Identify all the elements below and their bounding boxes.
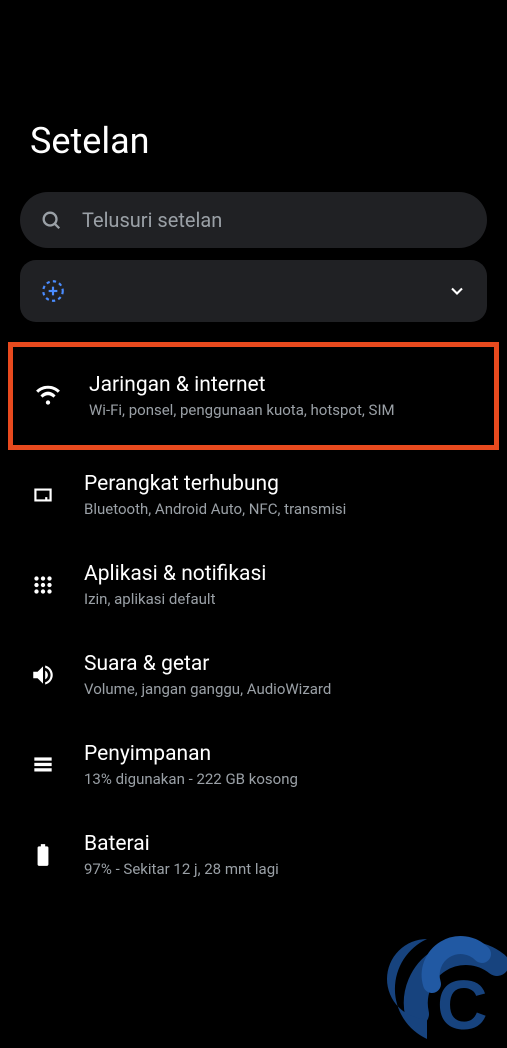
- item-content: Aplikasi & notifikasi Izin, aplikasi def…: [84, 562, 477, 608]
- item-title: Jaringan & internet: [89, 373, 472, 397]
- item-title: Perangkat terhubung: [84, 472, 477, 496]
- settings-item-network[interactable]: Jaringan & internet Wi-Fi, ponsel, pengg…: [8, 342, 499, 450]
- watermark-logo: C: [357, 884, 507, 1044]
- account-bar[interactable]: [20, 260, 487, 322]
- item-content: Baterai 97% - Sekitar 12 j, 28 mnt lagi: [84, 832, 477, 878]
- item-content: Suara & getar Volume, jangan ganggu, Aud…: [84, 652, 477, 698]
- battery-icon: [30, 842, 56, 868]
- settings-item-storage[interactable]: Penyimpanan 13% digunakan - 222 GB koson…: [0, 720, 507, 810]
- item-title: Suara & getar: [84, 652, 477, 676]
- storage-icon: [30, 752, 56, 778]
- item-title: Penyimpanan: [84, 742, 477, 766]
- search-placeholder: Telusuri setelan: [82, 208, 222, 232]
- item-title: Baterai: [84, 832, 477, 856]
- item-title: Aplikasi & notifikasi: [84, 562, 477, 586]
- settings-item-connected-devices[interactable]: Perangkat terhubung Bluetooth, Android A…: [0, 450, 507, 540]
- page-title: Setelan: [0, 0, 507, 192]
- devices-icon: [30, 482, 56, 508]
- apps-icon: [30, 572, 56, 598]
- chevron-down-icon: [447, 281, 467, 301]
- item-subtitle: Wi-Fi, ponsel, penggunaan kuota, hotspot…: [89, 401, 472, 419]
- search-icon: [40, 209, 62, 231]
- settings-item-apps[interactable]: Aplikasi & notifikasi Izin, aplikasi def…: [0, 540, 507, 630]
- svg-text:C: C: [437, 966, 488, 1044]
- item-content: Perangkat terhubung Bluetooth, Android A…: [84, 472, 477, 518]
- settings-item-sound[interactable]: Suara & getar Volume, jangan ganggu, Aud…: [0, 630, 507, 720]
- settings-list: Jaringan & internet Wi-Fi, ponsel, pengg…: [0, 342, 507, 900]
- item-subtitle: Volume, jangan ganggu, AudioWizard: [84, 680, 477, 698]
- item-subtitle: 13% digunakan - 222 GB kosong: [84, 770, 477, 788]
- add-account-icon: [40, 278, 66, 304]
- search-bar[interactable]: Telusuri setelan: [20, 192, 487, 248]
- item-subtitle: Izin, aplikasi default: [84, 590, 477, 608]
- item-subtitle: 97% - Sekitar 12 j, 28 mnt lagi: [84, 860, 477, 878]
- item-subtitle: Bluetooth, Android Auto, NFC, transmisi: [84, 500, 477, 518]
- item-content: Penyimpanan 13% digunakan - 222 GB koson…: [84, 742, 477, 788]
- sound-icon: [30, 662, 56, 688]
- item-content: Jaringan & internet Wi-Fi, ponsel, pengg…: [89, 373, 472, 419]
- wifi-icon: [35, 383, 61, 409]
